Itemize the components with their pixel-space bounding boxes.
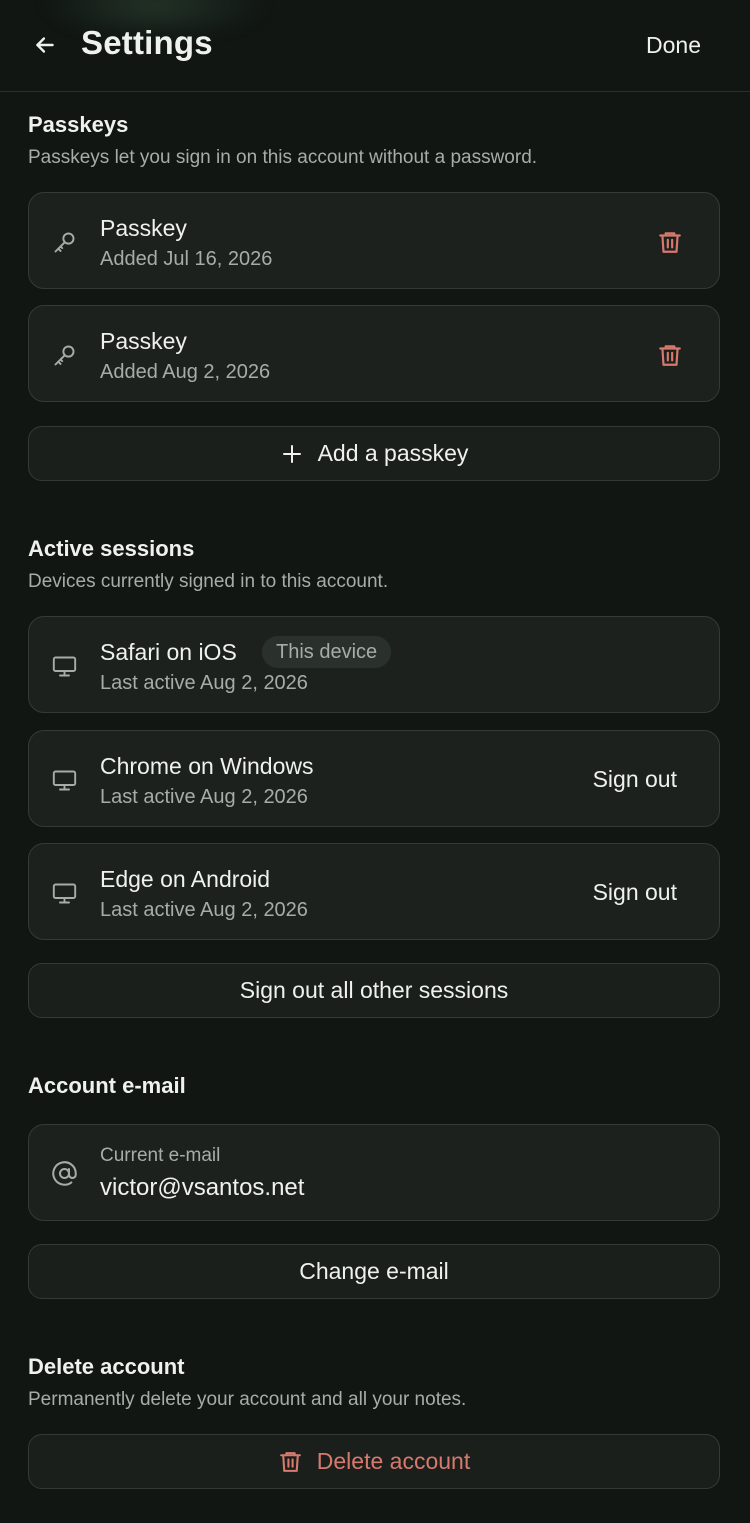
at-icon [51, 1160, 78, 1187]
key-icon [51, 229, 78, 256]
email-card: Current e-mail victor@vsantos.net [28, 1124, 720, 1221]
trash-icon [279, 1452, 301, 1472]
session-last-active: Last active Aug 2, 2026 [100, 672, 308, 694]
change-email-button[interactable]: Change e-mail [28, 1244, 720, 1299]
session-device: Safari on iOS [100, 639, 237, 665]
delete-account-button[interactable]: Delete account [28, 1434, 720, 1489]
key-icon [51, 342, 78, 369]
sign-out-all-label: Sign out all other sessions [239, 977, 509, 1003]
session-device: Edge on Android [100, 866, 271, 892]
page-title: Settings [81, 24, 213, 61]
current-email-value: victor@vsantos.net [100, 1174, 305, 1201]
back-arrow-icon[interactable] [32, 32, 58, 58]
change-email-label: Change e-mail [299, 1258, 449, 1284]
passkey-added-date: Added Aug 2, 2026 [100, 361, 271, 383]
header: Settings Done [0, 0, 750, 92]
done-button[interactable]: Done [646, 32, 701, 59]
plus-icon [282, 444, 301, 463]
sign-out-all-button[interactable]: Sign out all other sessions [28, 963, 720, 1018]
session-device: Chrome on Windows [100, 753, 314, 779]
delete-account-subtitle: Permanently delete your account and all … [28, 1389, 467, 1410]
trash-icon[interactable] [657, 229, 683, 255]
delete-account-label: Delete account [316, 1448, 471, 1474]
current-email-label: Current e-mail [100, 1145, 221, 1166]
sessions-title: Active sessions [28, 536, 195, 561]
monitor-icon [51, 880, 78, 907]
session-card: Edge on Android Last active Aug 2, 2026 … [28, 843, 720, 940]
passkeys-subtitle: Passkeys let you sign in on this account… [28, 147, 538, 168]
add-passkey-button[interactable]: Add a passkey [28, 426, 720, 481]
passkey-added-date: Added Jul 16, 2026 [100, 248, 273, 270]
passkeys-title: Passkeys [28, 112, 129, 137]
sign-out-button[interactable]: Sign out [593, 766, 677, 793]
monitor-icon [51, 653, 78, 680]
monitor-icon [51, 767, 78, 794]
passkey-name: Passkey [100, 328, 187, 354]
sessions-subtitle: Devices currently signed in to this acco… [28, 571, 389, 592]
this-device-badge: This device [262, 636, 392, 668]
trash-icon[interactable] [657, 342, 683, 368]
session-last-active: Last active Aug 2, 2026 [100, 899, 308, 921]
passkey-card: Passkey Added Jul 16, 2026 [28, 192, 720, 289]
sign-out-button[interactable]: Sign out [593, 879, 677, 906]
passkey-name: Passkey [100, 215, 187, 241]
session-last-active: Last active Aug 2, 2026 [100, 786, 308, 808]
add-passkey-label: Add a passkey [317, 440, 469, 466]
session-card: Chrome on Windows Last active Aug 2, 202… [28, 730, 720, 827]
delete-account-title: Delete account [28, 1354, 185, 1379]
session-card: Safari on iOS This device Last active Au… [28, 616, 720, 713]
account-email-title: Account e-mail [28, 1073, 186, 1098]
passkey-card: Passkey Added Aug 2, 2026 [28, 305, 720, 402]
